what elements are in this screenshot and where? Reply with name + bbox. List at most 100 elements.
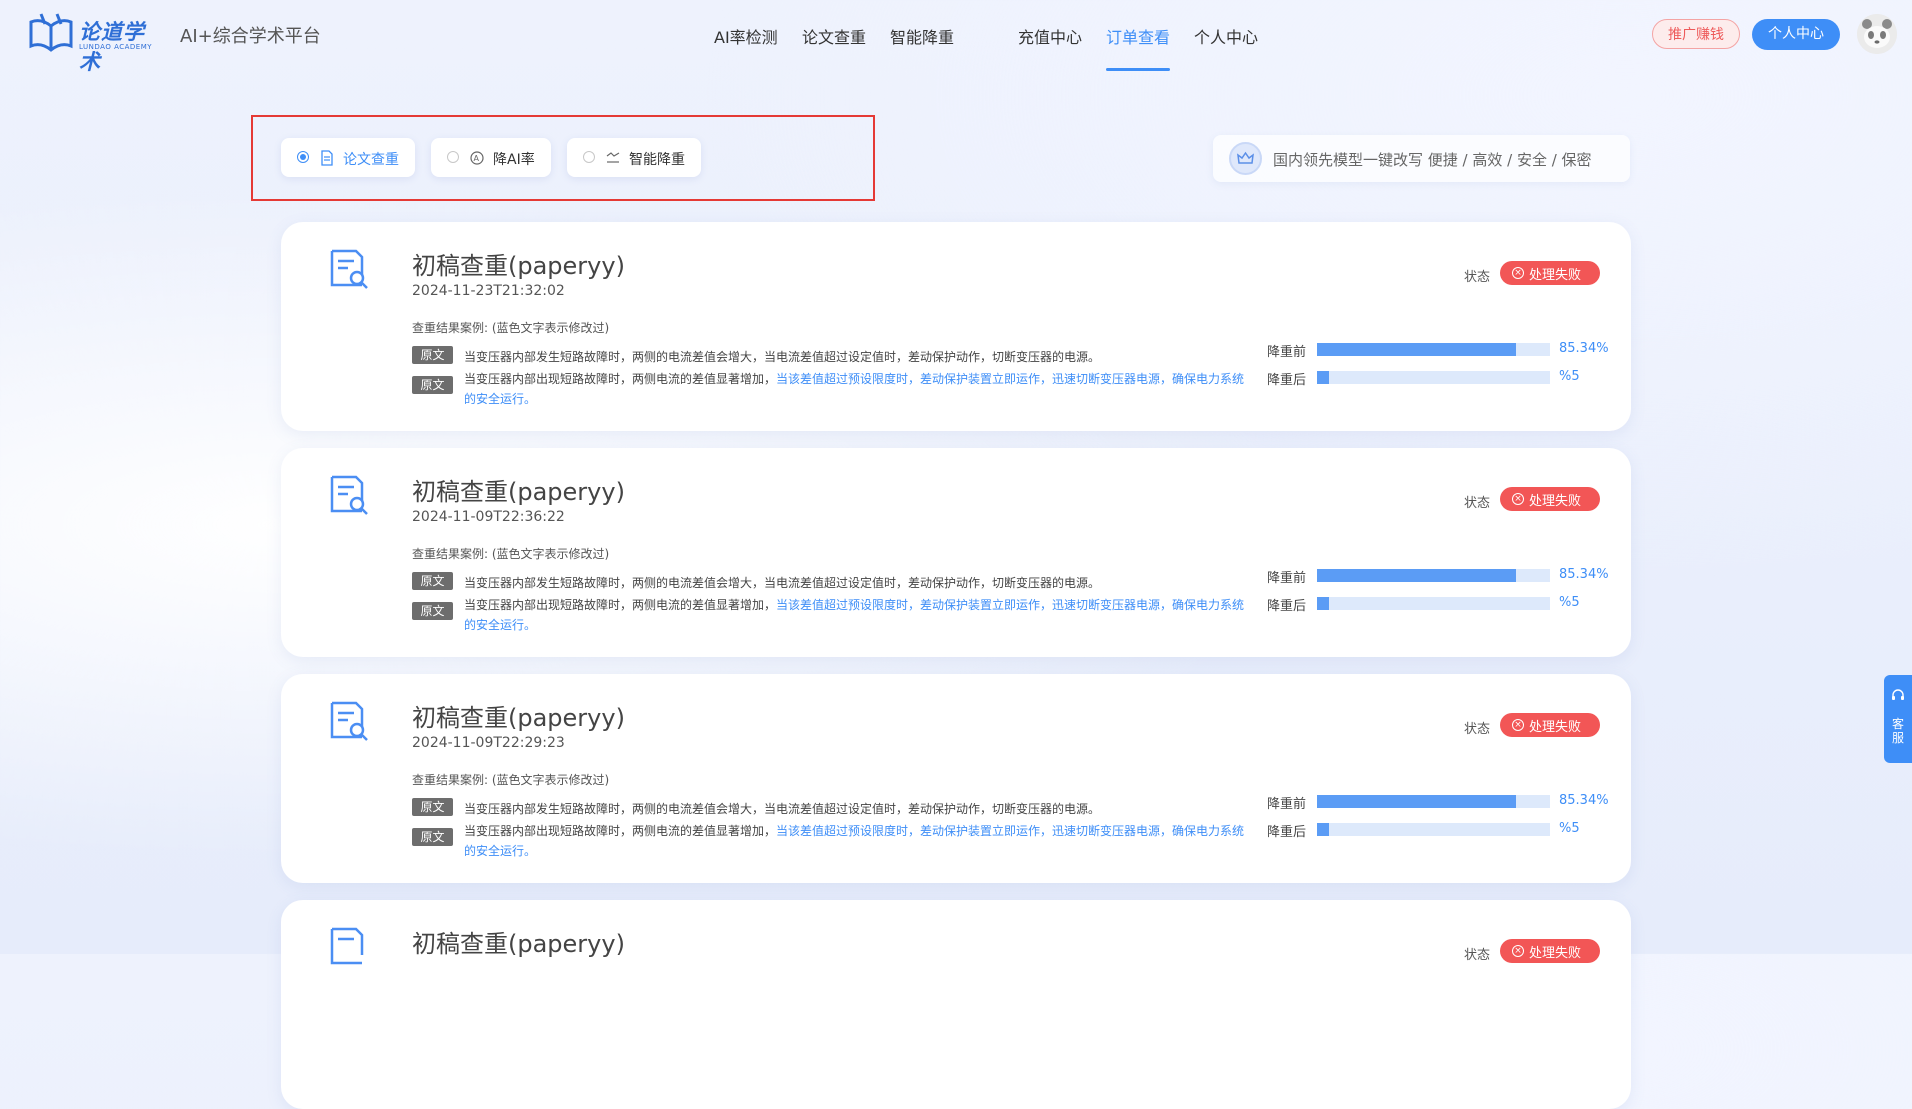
crown-icon — [1229, 142, 1262, 175]
after-value: %5 — [1559, 821, 1580, 836]
revised-text: 当变压器内部出现短路故障时，两侧电流的差值显著增加，当该差值超过预设限度时，差动… — [464, 369, 1254, 409]
nav-recharge[interactable]: 充值中心 — [1018, 24, 1082, 48]
order-date: 2024-11-23T21:32:02 — [412, 283, 565, 299]
panda-avatar-icon — [1857, 14, 1897, 54]
before-progress-bar — [1317, 569, 1550, 582]
ai-icon: A — [470, 151, 484, 165]
revised-text-plain: 当变压器内部出现短路故障时，两侧电流的差值显著增加， — [464, 598, 777, 612]
revised-text-row: 原文 当变压器内部出现短路故障时，两侧电流的差值显著增加，当该差值超过预设限度时… — [412, 594, 1244, 634]
radio-selected[interactable] — [297, 151, 309, 163]
before-progress-bar — [1317, 795, 1550, 808]
before-label: 降重前 — [1267, 571, 1307, 586]
customer-service-button[interactable]: 客服 — [1884, 675, 1912, 763]
revised-text-row: 原文 当变压器内部出现短路故障时，两侧电流的差值显著增加，当该差值超过预设限度时… — [412, 368, 1244, 408]
after-progress-fill — [1317, 597, 1329, 610]
original-tag: 原文 — [412, 572, 453, 590]
revised-text-plain: 当变压器内部出现短路故障时，两侧电流的差值显著增加， — [464, 372, 777, 386]
status-label: 状态 — [1464, 270, 1491, 285]
status-badge: × 处理失败 — [1500, 939, 1600, 963]
order-title: 初稿查重(paperyy) — [412, 704, 625, 732]
nav-smart-reduce[interactable]: 智能降重 — [890, 24, 954, 48]
status-text: 处理失败 — [1529, 720, 1582, 735]
status-text: 处理失败 — [1529, 946, 1582, 961]
status-badge: × 处理失败 — [1500, 487, 1600, 511]
order-card: 初稿查重(paperyy) 状态 × 处理失败 — [281, 900, 1631, 1109]
order-title: 初稿查重(paperyy) — [412, 478, 625, 506]
document-search-icon — [330, 927, 364, 965]
status-label: 状态 — [1464, 722, 1491, 737]
promote-earn-button[interactable]: 推广赚钱 — [1652, 19, 1740, 49]
status-text: 处理失败 — [1529, 268, 1582, 283]
document-icon — [321, 150, 333, 166]
after-progress-bar — [1317, 597, 1550, 610]
radio-unselected[interactable] — [583, 151, 595, 163]
revised-text: 当变压器内部出现短路故障时，两侧电流的差值显著增加，当该差值超过预设限度时，差动… — [464, 595, 1254, 635]
tab-label: 智能降重 — [629, 152, 685, 168]
case-label: 查重结果案例: (蓝色文字表示修改过) — [412, 773, 610, 787]
nav-paper-check[interactable]: 论文查重 — [802, 24, 866, 48]
before-progress-fill — [1317, 795, 1516, 808]
svg-text:A: A — [474, 154, 480, 163]
top-header: 论道学术 LUNDAO ACADEMY AI+综合学术平台 AI率检测 论文查重… — [0, 0, 1912, 74]
tab-smart-reduce[interactable]: 智能降重 — [567, 138, 701, 177]
status-badge: × 处理失败 — [1500, 261, 1600, 285]
revised-text-plain: 当变压器内部出现短路故障时，两侧电流的差值显著增加， — [464, 824, 777, 838]
before-label: 降重前 — [1267, 345, 1307, 360]
case-label: 查重结果案例: (蓝色文字表示修改过) — [412, 321, 610, 335]
original-text: 当变压器内部发生短路故障时，两侧的电流差值会增大，当电流差值超过设定值时，差动保… — [464, 576, 1101, 590]
nav-active-indicator — [1106, 68, 1170, 71]
tab-reduce-ai[interactable]: A 降AI率 — [431, 138, 551, 177]
tab-paper-check[interactable]: 论文查重 — [281, 138, 415, 177]
close-circle-icon: × — [1512, 493, 1524, 505]
before-value: 85.34% — [1559, 793, 1609, 808]
status-badge: × 处理失败 — [1500, 713, 1600, 737]
before-progress-fill — [1317, 569, 1516, 582]
before-value: 85.34% — [1559, 567, 1609, 582]
original-text-row: 原文 当变压器内部发生短路故障时，两侧的电流差值会增大，当电流差值超过设定值时，… — [412, 798, 1242, 816]
order-card: 初稿查重(paperyy) 2024-11-09T22:29:23 查重结果案例… — [281, 674, 1631, 883]
before-value: 85.34% — [1559, 341, 1609, 356]
after-progress-fill — [1317, 823, 1329, 836]
original-tag: 原文 — [412, 346, 453, 364]
customer-service-label: 客服 — [1892, 717, 1905, 745]
before-progress-fill — [1317, 343, 1516, 356]
revised-text: 当变压器内部出现短路故障时，两侧电流的差值显著增加，当该差值超过预设限度时，差动… — [464, 821, 1254, 861]
logo-subtitle: LUNDAO ACADEMY — [79, 43, 153, 51]
after-progress-fill — [1317, 371, 1329, 384]
after-label: 降重后 — [1267, 825, 1307, 840]
original-text-row: 原文 当变压器内部发生短路故障时，两侧的电流差值会增大，当电流差值超过设定值时，… — [412, 572, 1242, 590]
original-text: 当变压器内部发生短路故障时，两侧的电流差值会增大，当电流差值超过设定值时，差动保… — [464, 802, 1101, 816]
document-search-icon — [330, 475, 368, 515]
promo-text: 国内领先模型一键改写 便捷 / 高效 / 安全 / 保密 — [1273, 151, 1592, 169]
tab-label: 论文查重 — [343, 152, 399, 168]
nav-profile[interactable]: 个人中心 — [1194, 24, 1258, 48]
revised-text-row: 原文 当变压器内部出现短路故障时，两侧电流的差值显著增加，当该差值超过预设限度时… — [412, 820, 1244, 860]
book-logo-icon — [29, 13, 73, 52]
status-label: 状态 — [1464, 496, 1491, 511]
order-date: 2024-11-09T22:29:23 — [412, 735, 565, 751]
order-card: 初稿查重(paperyy) 2024-11-23T21:32:02 查重结果案例… — [281, 222, 1631, 431]
reduce-icon — [606, 152, 620, 163]
case-label: 查重结果案例: (蓝色文字表示修改过) — [412, 547, 610, 561]
logo[interactable]: 论道学术 LUNDAO ACADEMY — [27, 10, 163, 74]
original-text: 当变压器内部发生短路故障时，两侧的电流差值会增大，当电流差值超过设定值时，差动保… — [464, 350, 1101, 364]
document-search-icon — [330, 701, 368, 741]
after-label: 降重后 — [1267, 599, 1307, 614]
platform-name: AI+综合学术平台 — [180, 26, 321, 47]
tab-label: 降AI率 — [493, 152, 535, 168]
original-tag: 原文 — [412, 602, 453, 620]
radio-unselected[interactable] — [447, 151, 459, 163]
nav-ai-detect[interactable]: AI率检测 — [714, 24, 778, 48]
status-text: 处理失败 — [1529, 494, 1582, 509]
after-progress-bar — [1317, 823, 1550, 836]
original-tag: 原文 — [412, 828, 453, 846]
after-label: 降重后 — [1267, 373, 1307, 388]
user-center-button[interactable]: 个人中心 — [1752, 19, 1840, 50]
order-title: 初稿查重(paperyy) — [412, 252, 625, 280]
before-label: 降重前 — [1267, 797, 1307, 812]
avatar[interactable] — [1857, 14, 1897, 54]
order-date: 2024-11-09T22:36:22 — [412, 509, 565, 525]
close-circle-icon: × — [1512, 267, 1524, 279]
after-value: %5 — [1559, 595, 1580, 610]
nav-orders[interactable]: 订单查看 — [1106, 24, 1170, 48]
